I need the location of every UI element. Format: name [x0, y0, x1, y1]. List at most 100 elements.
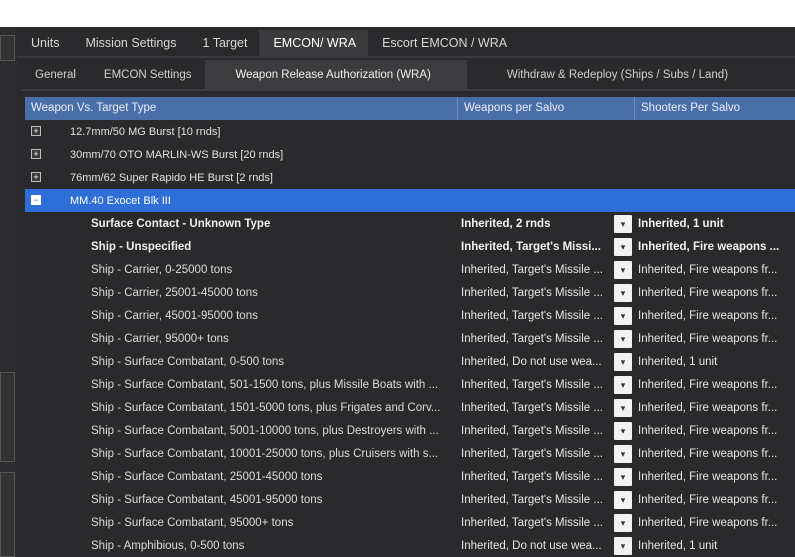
weapons-per-salvo-select[interactable]: Inherited, Target's Missile ... ▾ [458, 419, 635, 442]
column-header-weapons-per-salvo[interactable]: Weapons per Salvo [458, 97, 635, 120]
target-type-row[interactable]: Ship - Surface Combatant, 95000+ tons Inh… [25, 511, 795, 534]
shooters-per-salvo-select[interactable]: Inherited, Fire weapons fr... [635, 327, 795, 350]
weapon-group-row[interactable]: +30mm/70 OTO MARLIN-WS Burst [20 rnds] [25, 143, 795, 166]
grid-body: +12.7mm/50 MG Burst [10 rnds] +30mm/70 OT… [25, 120, 795, 557]
target-type-row[interactable]: Ship - Carrier, 95000+ tons Inherited, Ta… [25, 327, 795, 350]
tab-withdraw-redeploy[interactable]: Withdraw & Redeploy (Ships / Subs / Land… [467, 60, 742, 91]
weapons-per-salvo-value: Inherited, Target's Missi... [461, 240, 601, 253]
weapons-per-salvo-value: Inherited, Target's Missile ... [461, 286, 603, 299]
weapons-per-salvo-select[interactable]: Inherited, Target's Missile ... ▾ [458, 327, 635, 350]
shooters-per-salvo-select[interactable]: Inherited, Fire weapons fr... [635, 258, 795, 281]
target-type-label: Ship - Carrier, 95000+ tons [91, 332, 229, 345]
weapon-group-label: 12.7mm/50 MG Burst [10 rnds] [70, 125, 221, 138]
chevron-down-icon[interactable]: ▾ [614, 513, 632, 532]
sub-tab-bar: General EMCON Settings Weapon Release Au… [21, 60, 795, 91]
shooters-per-salvo-select[interactable]: Inherited, Fire weapons fr... [635, 396, 795, 419]
target-type-row[interactable]: Ship - Unspecified Inherited, Target's Mi… [25, 235, 795, 258]
shooters-per-salvo-select[interactable]: Inherited, Fire weapons fr... [635, 304, 795, 327]
target-type-row[interactable]: Ship - Surface Combatant, 10001-25000 to… [25, 442, 795, 465]
shooters-per-salvo-value: Inherited, Fire weapons fr... [638, 286, 778, 299]
wra-grid: Weapon Vs. Target Type Weapons per Salvo… [25, 97, 795, 557]
target-type-row[interactable]: Ship - Surface Combatant, 25001-45000 to… [25, 465, 795, 488]
weapons-per-salvo-select[interactable]: Inherited, Target's Missile ... ▾ [458, 396, 635, 419]
shooters-per-salvo-select[interactable]: Inherited, Fire weapons fr... [635, 465, 795, 488]
weapons-per-salvo-select[interactable]: Inherited, Target's Missile ... ▾ [458, 258, 635, 281]
chevron-down-icon[interactable]: ▾ [614, 214, 632, 233]
target-type-label: Ship - Surface Combatant, 10001-25000 to… [91, 447, 439, 460]
weapon-group-row[interactable]: − MM.40 Exocet Blk III [25, 189, 795, 212]
left-panel-box [0, 35, 15, 61]
weapons-per-salvo-select[interactable]: Inherited, Target's Missile ... ▾ [458, 465, 635, 488]
chevron-down-icon[interactable]: ▾ [614, 375, 632, 394]
weapons-per-salvo-select[interactable]: Inherited, Do not use wea... ▾ [458, 534, 635, 557]
chevron-down-icon[interactable]: ▾ [614, 467, 632, 486]
shooters-per-salvo-select[interactable]: Inherited, Fire weapons fr... [635, 373, 795, 396]
chevron-down-icon[interactable]: ▾ [614, 536, 632, 555]
tab-emcon-settings[interactable]: EMCON Settings [90, 60, 206, 91]
weapons-per-salvo-value: Inherited, Target's Missile ... [461, 516, 603, 529]
tab-general[interactable]: General [21, 60, 90, 91]
left-panel-box [0, 472, 15, 557]
target-type-label: Ship - Carrier, 25001-45000 tons [91, 286, 258, 299]
shooters-per-salvo-select[interactable]: Inherited, 1 unit [635, 212, 795, 235]
weapons-per-salvo-select[interactable]: Inherited, Target's Missile ... ▾ [458, 442, 635, 465]
target-type-row[interactable]: Ship - Surface Combatant, 1501-5000 tons… [25, 396, 795, 419]
weapons-per-salvo-select[interactable]: Inherited, Target's Missi... ▾ [458, 235, 635, 258]
target-type-row[interactable]: Ship - Surface Combatant, 5001-10000 ton… [25, 419, 795, 442]
tab-escort-emcon-wra[interactable]: Escort EMCON / WRA [368, 30, 519, 56]
target-type-row[interactable]: Ship - Carrier, 0-25000 tons Inherited, T… [25, 258, 795, 281]
weapon-group-row[interactable]: +12.7mm/50 MG Burst [10 rnds] [25, 120, 795, 143]
target-type-row[interactable]: Ship - Surface Combatant, 45001-95000 to… [25, 488, 795, 511]
collapse-icon[interactable]: − [31, 195, 41, 205]
chevron-down-icon[interactable]: ▾ [614, 352, 632, 371]
expand-icon[interactable]: + [31, 172, 41, 182]
target-type-label: Ship - Carrier, 45001-95000 tons [91, 309, 258, 322]
weapons-per-salvo-select[interactable]: Inherited, Target's Missile ... ▾ [458, 373, 635, 396]
shooters-per-salvo-select[interactable]: Inherited, 1 unit [635, 350, 795, 373]
weapons-per-salvo-select[interactable]: Inherited, Target's Missile ... ▾ [458, 304, 635, 327]
weapons-per-salvo-select[interactable]: Inherited, 2 rnds ▾ [458, 212, 635, 235]
shooters-per-salvo-select[interactable]: Inherited, Fire weapons fr... [635, 488, 795, 511]
column-header-target-type[interactable]: Weapon Vs. Target Type [25, 97, 458, 120]
expand-icon[interactable]: + [31, 126, 41, 136]
chevron-down-icon[interactable]: ▾ [614, 306, 632, 325]
chevron-down-icon[interactable]: ▾ [614, 283, 632, 302]
chevron-down-icon[interactable]: ▾ [614, 260, 632, 279]
shooters-per-salvo-value: Inherited, Fire weapons fr... [638, 470, 778, 483]
shooters-per-salvo-value: Inherited, Fire weapons fr... [638, 263, 778, 276]
shooters-per-salvo-select[interactable]: Inherited, Fire weapons fr... [635, 442, 795, 465]
shooters-per-salvo-select[interactable]: Inherited, Fire weapons fr... [635, 511, 795, 534]
chevron-down-icon[interactable]: ▾ [614, 490, 632, 509]
weapons-per-salvo-select[interactable]: Inherited, Target's Missile ... ▾ [458, 488, 635, 511]
chevron-down-icon[interactable]: ▾ [614, 444, 632, 463]
shooters-per-salvo-value: Inherited, Fire weapons fr... [638, 516, 778, 529]
weapons-per-salvo-value: Inherited, Target's Missile ... [461, 332, 603, 345]
tab-emcon-wra[interactable]: EMCON/ WRA [259, 30, 369, 56]
column-header-shooters-per-salvo[interactable]: Shooters Per Salvo [635, 97, 795, 120]
tab-weapon-release-authorization[interactable]: Weapon Release Authorization (WRA) [205, 60, 467, 91]
weapons-per-salvo-select[interactable]: Inherited, Do not use wea... ▾ [458, 350, 635, 373]
target-type-row[interactable]: Ship - Surface Combatant, 0-500 tons Inhe… [25, 350, 795, 373]
tab-divider [17, 56, 795, 58]
target-type-row[interactable]: Ship - Amphibious, 0-500 tons Inherited, … [25, 534, 795, 557]
expand-icon[interactable]: + [31, 149, 41, 159]
target-type-row[interactable]: Ship - Carrier, 45001-95000 tons Inherite… [25, 304, 795, 327]
weapon-group-row[interactable]: +76mm/62 Super Rapido HE Burst [2 rnds] [25, 166, 795, 189]
shooters-per-salvo-select[interactable]: Inherited, 1 unit [635, 534, 795, 557]
chevron-down-icon[interactable]: ▾ [614, 329, 632, 348]
tab-units[interactable]: Units [17, 30, 71, 56]
chevron-down-icon[interactable]: ▾ [614, 237, 632, 256]
tab-target[interactable]: 1 Target [189, 30, 260, 56]
tab-mission-settings[interactable]: Mission Settings [71, 30, 188, 56]
target-type-row[interactable]: Ship - Carrier, 25001-45000 tons Inherite… [25, 281, 795, 304]
weapons-per-salvo-select[interactable]: Inherited, Target's Missile ... ▾ [458, 281, 635, 304]
weapons-per-salvo-select[interactable]: Inherited, Target's Missile ... ▾ [458, 511, 635, 534]
shooters-per-salvo-select[interactable]: Inherited, Fire weapons ... [635, 235, 795, 258]
chevron-down-icon[interactable]: ▾ [614, 398, 632, 417]
shooters-per-salvo-value: Inherited, Fire weapons fr... [638, 447, 778, 460]
chevron-down-icon[interactable]: ▾ [614, 421, 632, 440]
target-type-row[interactable]: Surface Contact - Unknown Type Inherited,… [25, 212, 795, 235]
shooters-per-salvo-select[interactable]: Inherited, Fire weapons fr... [635, 419, 795, 442]
target-type-row[interactable]: Ship - Surface Combatant, 501-1500 tons,… [25, 373, 795, 396]
shooters-per-salvo-select[interactable]: Inherited, Fire weapons fr... [635, 281, 795, 304]
